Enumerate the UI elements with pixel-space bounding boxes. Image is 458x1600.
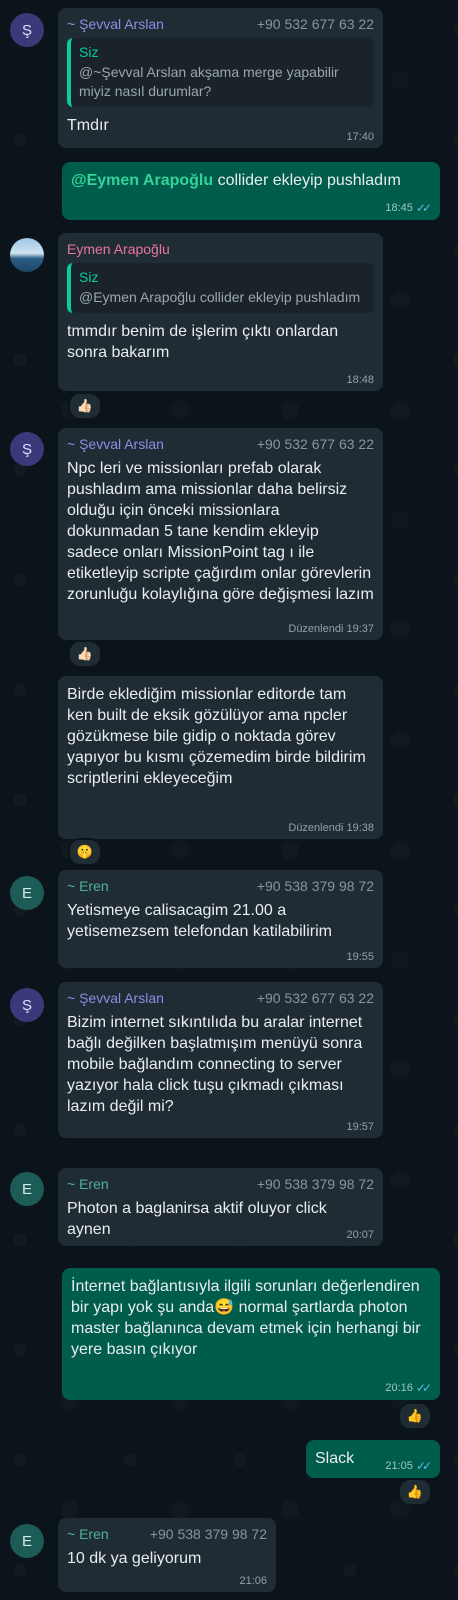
sender-phone: +90 538 379 98 72 <box>256 1176 374 1192</box>
message-bubble[interactable]: ~ Eren +90 538 379 98 72 Yetismeye calisa… <box>58 870 383 968</box>
message-text: 10 dk ya geliyorum <box>67 1550 202 1567</box>
quote-author: Siz <box>79 269 99 285</box>
message-meta: 18:48 <box>346 374 374 386</box>
sender-name[interactable]: Eymen Arapoğlu <box>67 241 170 257</box>
reaction-badge[interactable]: 👍 <box>398 1478 432 1506</box>
avatar[interactable]: E <box>10 1524 44 1558</box>
reaction-badge[interactable]: 👍🏻 <box>68 392 102 420</box>
message-text: Yetismeye calisacagim 21.00 a yetisemezs… <box>67 902 332 940</box>
read-receipt-icon: ✓✓ <box>415 1381 432 1395</box>
message-text: Npc leri ve missionları prefab olarak pu… <box>67 460 374 603</box>
sender-phone: +90 538 379 98 72 <box>256 878 374 894</box>
sender-name[interactable]: ~ Şevval Arslan <box>67 16 164 32</box>
avatar[interactable]: Ş <box>10 432 44 466</box>
message-time: 19:55 <box>346 951 374 963</box>
message-bubble[interactable]: ~ Eren +90 538 379 98 72 Photon a baglani… <box>58 1168 383 1246</box>
quoted-message[interactable]: Siz @~Şevval Arslan akşama merge yapabil… <box>67 38 374 107</box>
avatar[interactable]: Ş <box>10 988 44 1022</box>
message-time: 21:06 <box>239 1575 267 1587</box>
message-text: Birde eklediğim missionlar editorde tam … <box>67 686 366 787</box>
message-time: Düzenlendi 19:37 <box>288 623 374 635</box>
quote-text: @~Şevval Arslan akşama merge yapabilir m… <box>79 64 339 99</box>
message-meta: 17:40 <box>346 131 374 143</box>
message-meta: 19:57 <box>346 1121 374 1133</box>
message-bubble[interactable]: ~ Şevval Arslan +90 532 677 63 22 Siz @~Ş… <box>58 8 383 148</box>
sender-phone: +90 538 379 98 72 <box>149 1526 267 1542</box>
quote-text: @Eymen Arapoğlu collider ekleyip pushlad… <box>79 289 361 305</box>
message-bubble[interactable]: ~ Şevval Arslan +90 532 677 63 22 Bizim i… <box>58 982 383 1138</box>
reaction-badge[interactable]: 👍🏻 <box>68 640 102 668</box>
avatar[interactable]: Ş <box>10 13 44 47</box>
read-receipt-icon: ✓✓ <box>415 1459 432 1473</box>
message-bubble[interactable]: ~ Eren +90 538 379 98 72 10 dk ya geliyor… <box>58 1518 276 1592</box>
avatar[interactable]: E <box>10 1172 44 1206</box>
message-time: 20:16 <box>385 1382 413 1394</box>
message-bubble[interactable]: Eymen Arapoğlu Siz @Eymen Arapoğlu colli… <box>58 233 383 391</box>
message-time: 18:45 <box>385 202 413 214</box>
avatar[interactable]: E <box>10 876 44 910</box>
message-text: Bizim internet sıkıntılıda bu aralar int… <box>67 1014 363 1115</box>
message-meta: Düzenlendi 19:37 <box>288 623 374 635</box>
message-meta: 19:55 <box>346 951 374 963</box>
message-time: 21:05 <box>385 1460 413 1472</box>
sender-phone: +90 532 677 63 22 <box>256 990 374 1006</box>
quote-author: Siz <box>79 44 99 60</box>
message-meta: 21:06 <box>239 1575 267 1587</box>
read-receipt-icon: ✓✓ <box>415 201 432 215</box>
message-time: 18:48 <box>346 374 374 386</box>
mention[interactable]: @Eymen Arapoğlu <box>71 172 213 189</box>
message-time: 19:57 <box>346 1121 374 1133</box>
message-text: tmmdır benim de işlerim çıktı onlardan s… <box>67 323 339 361</box>
message-bubble-outgoing[interactable]: @Eymen Arapoğlu collider ekleyip pushlad… <box>62 162 440 220</box>
message-bubble-outgoing[interactable]: İnternet bağlantısıyla ilgili sorunları … <box>62 1268 440 1400</box>
message-meta: Düzenlendi 19:38 <box>288 822 374 834</box>
message-text: Photon a baglanirsa aktif oluyor click a… <box>67 1200 327 1238</box>
sender-name[interactable]: ~ Eren <box>67 1176 109 1192</box>
message-time: 20:07 <box>346 1229 374 1241</box>
message-meta: 18:45 ✓✓ <box>385 201 432 215</box>
message-text: Tmdır <box>67 117 109 134</box>
sender-phone: +90 532 677 63 22 <box>256 16 374 32</box>
sender-phone: +90 532 677 63 22 <box>256 436 374 452</box>
sender-name[interactable]: ~ Şevval Arslan <box>67 990 164 1006</box>
reaction-badge[interactable]: 🤫 <box>68 838 102 866</box>
message-meta: 20:16 ✓✓ <box>385 1381 432 1395</box>
reaction-badge[interactable]: 👍 <box>398 1402 432 1430</box>
message-time: 17:40 <box>346 131 374 143</box>
message-bubble-outgoing[interactable]: Slack 21:05 ✓✓ <box>306 1440 440 1478</box>
message-bubble[interactable]: Birde eklediğim missionlar editorde tam … <box>58 676 383 839</box>
sender-name[interactable]: ~ Şevval Arslan <box>67 436 164 452</box>
message-bubble[interactable]: ~ Şevval Arslan +90 532 677 63 22 Npc ler… <box>58 428 383 640</box>
message-text: @Eymen Arapoğlu collider ekleyip pushlad… <box>71 172 401 189</box>
avatar[interactable] <box>10 238 44 272</box>
sender-name[interactable]: ~ Eren <box>67 878 109 894</box>
message-text: İnternet bağlantısıyla ilgili sorunları … <box>71 1278 421 1358</box>
quoted-message[interactable]: Siz @Eymen Arapoğlu collider ekleyip pus… <box>67 263 374 313</box>
message-meta: 20:07 <box>346 1229 374 1241</box>
message-meta: 21:05 ✓✓ <box>385 1459 432 1473</box>
sender-name[interactable]: ~ Eren <box>67 1526 109 1542</box>
message-time: Düzenlendi 19:38 <box>288 822 374 834</box>
